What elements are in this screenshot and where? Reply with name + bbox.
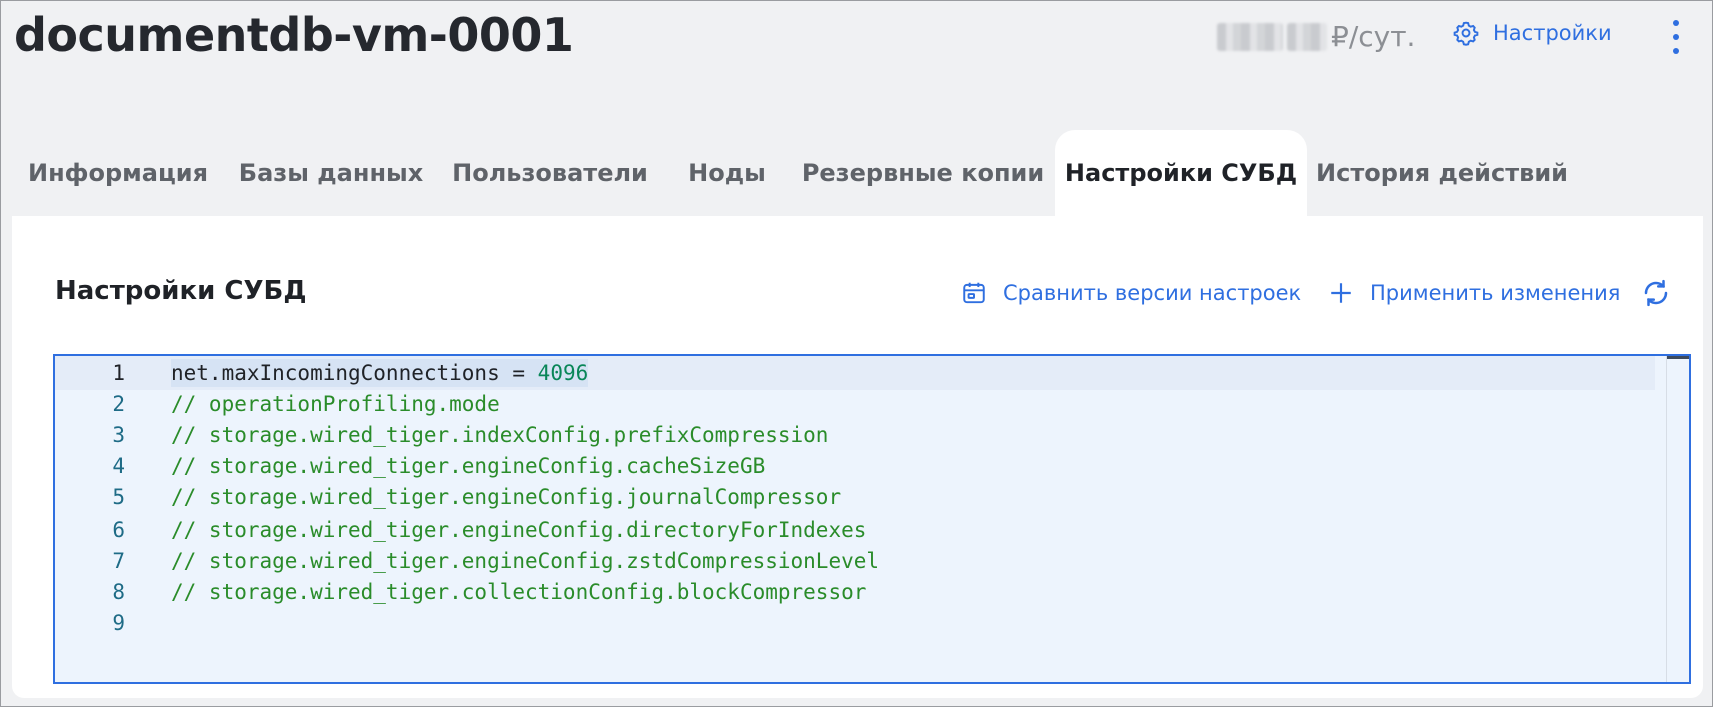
editor-line[interactable]: 2 // operationProfiling.mode xyxy=(55,387,1655,421)
config-editor[interactable]: 1 net.maxIncomingConnections = 4096 2 //… xyxy=(53,354,1691,684)
config-key: net.maxIncomingConnections xyxy=(171,361,500,385)
price-value-blurred-2 xyxy=(1287,22,1327,51)
config-value: 4096 xyxy=(537,361,589,385)
compare-versions-label: Сравнить версии настроек xyxy=(1003,281,1302,305)
line-number: 7 xyxy=(112,549,125,573)
settings-link[interactable]: Настройки xyxy=(1453,20,1612,46)
price-per-day: ₽/сут. xyxy=(1217,20,1415,53)
price-suffix: ₽/сут. xyxy=(1331,20,1416,53)
line-number: 2 xyxy=(112,392,125,416)
gear-icon xyxy=(1453,21,1479,46)
line-number: 8 xyxy=(112,580,125,604)
config-comment: // operationProfiling.mode xyxy=(171,392,500,416)
editor-line[interactable]: 8 // storage.wired_tiger.collectionConfi… xyxy=(55,575,1655,609)
editor-line[interactable]: 7 // storage.wired_tiger.engineConfig.zs… xyxy=(55,544,1655,578)
settings-label: Настройки xyxy=(1493,21,1612,45)
tab-backups[interactable]: Резервные копии xyxy=(802,130,1044,216)
apply-changes-label: Применить изменения xyxy=(1370,281,1621,305)
line-number: 5 xyxy=(112,485,125,509)
editor-line[interactable]: 6 // storage.wired_tiger.engineConfig.di… xyxy=(55,513,1655,547)
config-comment: // storage.wired_tiger.engineConfig.cach… xyxy=(171,454,766,478)
refresh-icon[interactable] xyxy=(1641,278,1671,308)
editor-line[interactable]: 3 // storage.wired_tiger.indexConfig.pre… xyxy=(55,418,1655,452)
line-number: 3 xyxy=(112,423,125,447)
line-number: 6 xyxy=(112,518,125,542)
config-comment: // storage.wired_tiger.engineConfig.jour… xyxy=(171,485,842,509)
plus-icon xyxy=(1331,283,1351,303)
compare-versions-button[interactable]: Сравнить версии настроек xyxy=(961,280,1301,306)
settings-panel: Настройки СУБД Сравнить версии настроек … xyxy=(12,216,1703,698)
more-vertical-icon[interactable] xyxy=(1664,20,1688,54)
editor-line[interactable]: 5 // storage.wired_tiger.engineConfig.jo… xyxy=(55,480,1655,514)
calendar-icon xyxy=(963,282,985,304)
page-title: documentdb-vm-0001 xyxy=(14,8,574,62)
line-number: 1 xyxy=(112,361,125,385)
tab-bar: Информация Базы данных Пользователи Ноды… xyxy=(14,130,1704,216)
tab-users[interactable]: Пользователи xyxy=(452,130,648,216)
price-value-blurred xyxy=(1217,22,1283,51)
editor-line[interactable]: 1 net.maxIncomingConnections = 4096 xyxy=(55,356,1655,390)
line-number: 9 xyxy=(112,611,125,635)
tab-dbms-settings[interactable]: Настройки СУБД xyxy=(1055,130,1307,216)
panel-title: Настройки СУБД xyxy=(55,276,307,306)
config-comment: // storage.wired_tiger.engineConfig.dire… xyxy=(171,518,867,542)
config-operator: = xyxy=(499,361,538,385)
config-comment: // storage.wired_tiger.collectionConfig.… xyxy=(171,580,867,604)
line-number: 4 xyxy=(112,454,125,478)
apply-changes-button[interactable]: Применить изменения xyxy=(1328,280,1620,306)
config-comment: // storage.wired_tiger.engineConfig.zstd… xyxy=(171,549,880,573)
config-comment: // storage.wired_tiger.indexConfig.prefi… xyxy=(171,423,829,447)
editor-line[interactable]: 4 // storage.wired_tiger.engineConfig.ca… xyxy=(55,449,1655,483)
editor-scrollbar[interactable] xyxy=(1666,356,1689,682)
tab-nodes[interactable]: Ноды xyxy=(688,130,766,216)
tab-databases[interactable]: Базы данных xyxy=(239,130,423,216)
tab-info[interactable]: Информация xyxy=(28,130,208,216)
editor-line[interactable]: 9 xyxy=(55,606,1655,640)
tab-history[interactable]: История действий xyxy=(1316,130,1568,216)
